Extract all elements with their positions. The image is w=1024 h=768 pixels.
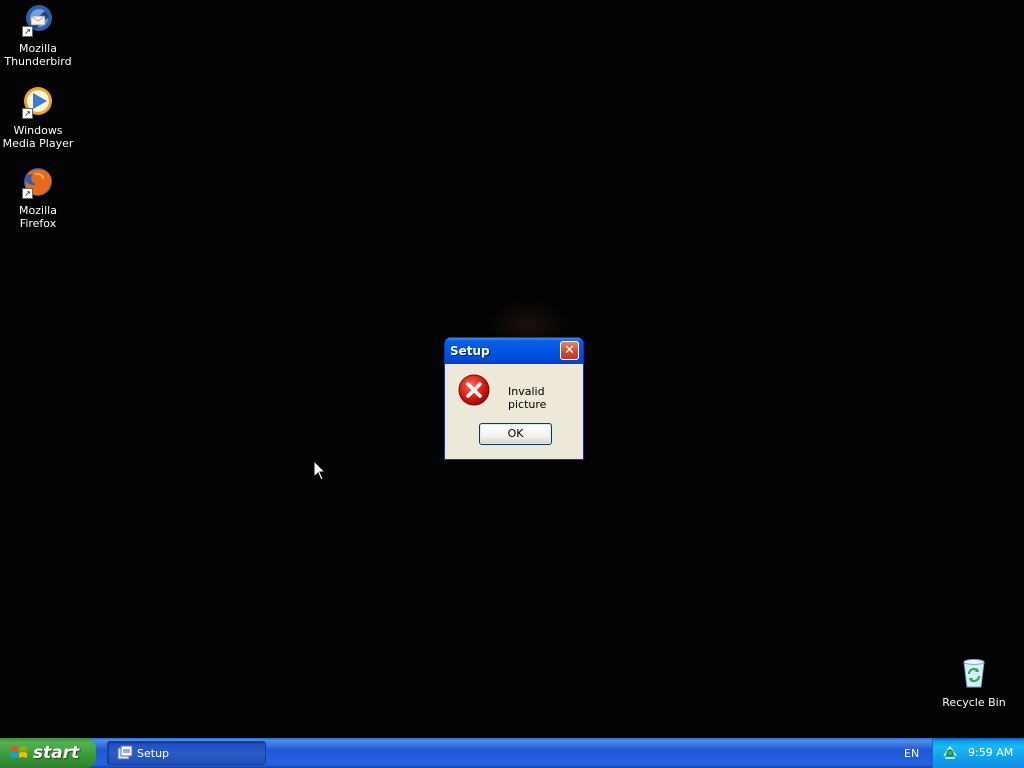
media-player-icon: ↗ — [21, 85, 55, 119]
taskbar-item-label: Setup — [137, 747, 170, 760]
desktop-icon-label: Recycle Bin — [942, 696, 1006, 709]
setup-dialog: Setup ✕ Invalid picture OK — [444, 337, 584, 460]
shortcut-arrow-icon: ↗ — [22, 108, 33, 119]
dialog-titlebar[interactable]: Setup ✕ — [445, 338, 583, 364]
system-tray: 9:59 AM — [932, 738, 1024, 768]
shortcut-arrow-icon: ↗ — [22, 188, 33, 199]
desktop-icon-media-player[interactable]: ↗ Windows Media Player — [0, 85, 76, 150]
language-indicator[interactable]: EN — [904, 747, 919, 760]
recycle-bin-icon — [957, 657, 991, 691]
desktop-icon-recycle-bin[interactable]: Recycle Bin — [936, 657, 1012, 709]
desktop-icon-label: Mozilla Firefox — [19, 204, 57, 230]
taskbar-item-setup[interactable]: Setup — [107, 741, 266, 765]
taskbar: start Setup EN 9:59 AM — [0, 738, 1024, 768]
error-icon — [458, 374, 490, 406]
start-button[interactable]: start — [0, 738, 96, 768]
dialog-message: Invalid picture — [508, 385, 547, 411]
close-button[interactable]: ✕ — [560, 341, 579, 360]
start-label: start — [33, 743, 80, 763]
desktop-icon-label: Windows Media Player — [2, 124, 74, 150]
firefox-icon: ↗ — [21, 165, 55, 199]
dialog-title: Setup — [450, 344, 490, 358]
desktop-icon-firefox[interactable]: ↗ Mozilla Firefox — [0, 165, 76, 230]
mouse-cursor-icon — [313, 459, 327, 482]
network-icon[interactable] — [942, 744, 958, 760]
ok-button[interactable]: OK — [479, 423, 552, 445]
windows-flag-icon — [10, 744, 28, 762]
setup-app-icon — [117, 745, 133, 761]
desktop-icon-label: Mozilla Thunderbird — [4, 42, 72, 68]
thunderbird-icon: ↗ — [21, 3, 55, 37]
shortcut-arrow-icon: ↗ — [22, 26, 33, 37]
clock[interactable]: 9:59 AM — [968, 746, 1013, 759]
desktop-icon-thunderbird[interactable]: ↗ Mozilla Thunderbird — [0, 3, 76, 68]
dialog-body: Invalid picture OK — [448, 364, 580, 456]
